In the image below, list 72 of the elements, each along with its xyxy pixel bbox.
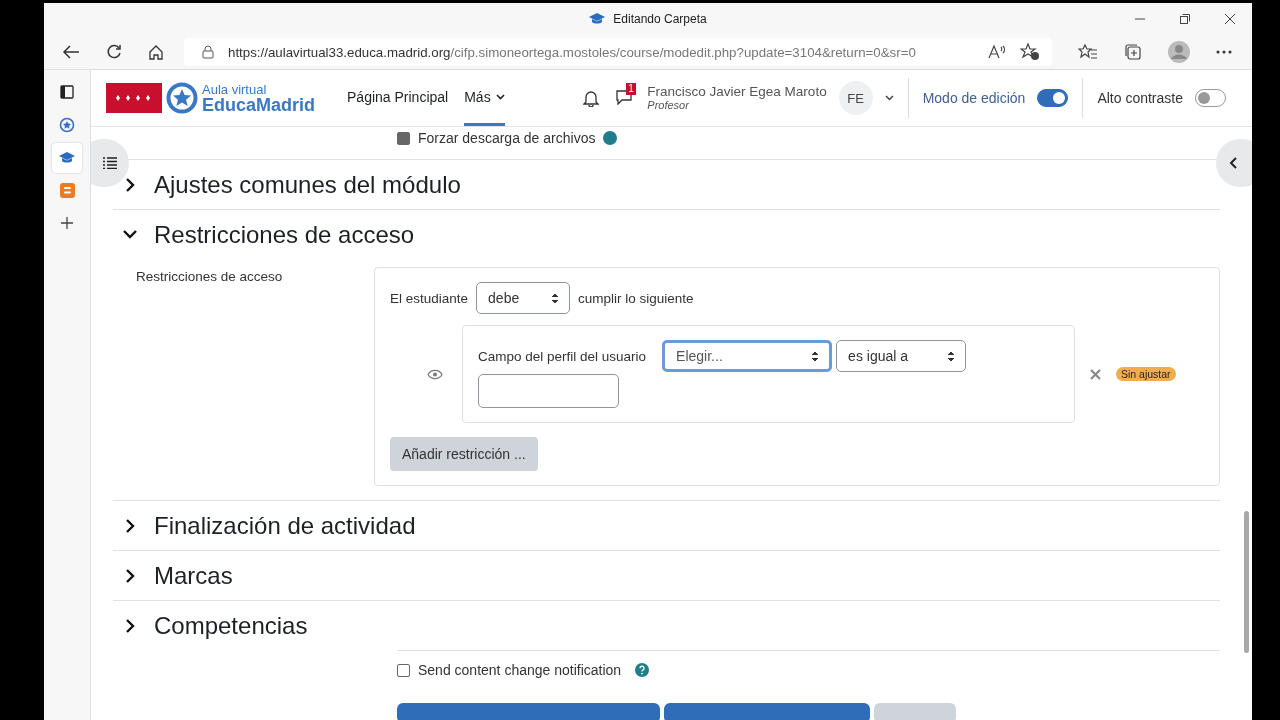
read-aloud-icon[interactable]	[988, 44, 1006, 60]
add-favorite-icon[interactable]	[1020, 43, 1040, 61]
star-badge-icon[interactable]	[59, 117, 75, 133]
contrast-switch[interactable]	[1195, 89, 1226, 107]
sort-arrows-icon	[551, 292, 560, 304]
operator-select[interactable]: es igual a	[836, 340, 967, 372]
option-label: Forzar descarga de archivos	[418, 130, 596, 146]
edit-mode-switch[interactable]	[1037, 89, 1069, 107]
info-icon[interactable]	[603, 131, 618, 145]
list-icon	[103, 157, 117, 169]
scrollbar[interactable]	[1244, 511, 1249, 653]
graduation-cap-icon	[589, 12, 606, 26]
section-heading[interactable]: Finalización de actividad	[154, 511, 416, 540]
help-icon[interactable]	[635, 663, 650, 677]
chevron-right-icon[interactable]	[123, 518, 137, 533]
restore-icon[interactable]	[1179, 13, 1191, 25]
restriction-text: El estudiante	[390, 290, 469, 306]
section-heading[interactable]: Marcas	[154, 561, 233, 590]
collections-icon[interactable]	[1124, 43, 1142, 61]
value-input[interactable]	[478, 374, 619, 408]
logo-subtitle: Aula virtual	[202, 82, 268, 96]
sort-arrows-icon	[811, 350, 820, 362]
chevron-left-icon	[1229, 157, 1237, 169]
logo-title: EducaMadrid	[202, 95, 316, 114]
checkbox[interactable]	[397, 131, 410, 145]
section-heading[interactable]: Ajustes comunes del módulo	[154, 170, 461, 199]
star-badge-icon	[166, 82, 198, 114]
logo-icon	[106, 83, 162, 113]
option-label: Send content change notification	[418, 662, 622, 678]
section-heading[interactable]: Competencias	[154, 611, 308, 640]
chevron-right-icon[interactable]	[123, 618, 137, 633]
graduation-cap-icon[interactable]	[59, 151, 75, 165]
refresh-icon[interactable]	[106, 44, 122, 60]
field-label: Restricciones de acceso	[135, 268, 284, 286]
checkbox[interactable]	[397, 663, 410, 677]
mode-select[interactable]: debe	[476, 282, 571, 314]
sort-arrows-icon	[947, 350, 956, 362]
nav-link[interactable]: Página Principal	[347, 70, 449, 126]
more-icon[interactable]	[1216, 50, 1232, 54]
drawer-button[interactable]	[91, 139, 129, 187]
nav-link[interactable]: Más	[464, 70, 505, 126]
lock-icon	[202, 45, 214, 59]
chevron-down-icon[interactable]	[123, 230, 137, 239]
chevron-down-icon	[495, 93, 505, 100]
field-select[interactable]: Elegir...	[662, 340, 833, 372]
bell-icon[interactable]	[583, 89, 600, 107]
delete-icon[interactable]	[1090, 368, 1101, 380]
user-avatar[interactable]: FE	[838, 81, 873, 115]
address-field[interactable]: https://aulavirtual33.educa.madrid.org/cifp.simoneortega.mostoles/course/modedit.php?update=3104&return=0&sr=0	[184, 38, 1052, 66]
section-heading[interactable]: Restricciones de acceso	[154, 220, 415, 249]
restriction-text: cumplir lo siguiente	[578, 290, 694, 306]
window-title: Editando Carpeta	[613, 12, 707, 26]
status-badge: Sin ajustar	[1116, 367, 1176, 381]
chevron-down-icon[interactable]	[884, 95, 894, 101]
home-icon[interactable]	[148, 44, 164, 60]
add-icon[interactable]	[60, 216, 74, 230]
profile-icon[interactable]	[1168, 41, 1190, 63]
add-restriction-button[interactable]: Añadir restricción ...	[390, 437, 538, 471]
user-role: Profesor	[647, 99, 690, 112]
blog-icon[interactable]	[59, 183, 75, 198]
user-name: Francisco Javier Egea Maroto	[647, 84, 827, 100]
favorites-icon[interactable]	[1078, 44, 1098, 60]
eye-icon[interactable]	[427, 368, 443, 380]
back-icon[interactable]	[62, 44, 80, 60]
toggle-label: Alto contraste	[1097, 90, 1183, 106]
message-count-badge: 1	[626, 82, 636, 95]
tabs-icon[interactable]	[60, 85, 74, 99]
close-icon[interactable]	[1224, 13, 1236, 25]
condition-label: Campo del perfil del usuario	[478, 348, 647, 364]
chevron-right-icon[interactable]	[123, 177, 137, 192]
toggle-label: Modo de edición	[922, 90, 1026, 106]
chevron-right-icon[interactable]	[123, 568, 137, 583]
